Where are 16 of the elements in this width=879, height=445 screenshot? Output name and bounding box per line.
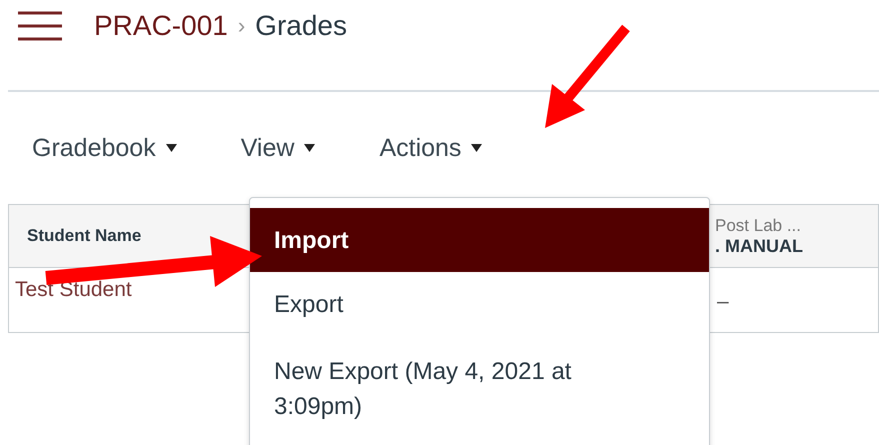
menu-item[interactable]: Import: [250, 208, 709, 272]
column-header: Post Lab ... . MANUAL: [711, 205, 878, 268]
toolbar-menu-button[interactable]: Actions: [379, 134, 482, 162]
toolbar-menu-button[interactable]: Gradebook: [32, 134, 177, 162]
student-name-link[interactable]: Test Student: [15, 278, 132, 301]
course-link[interactable]: PRAC-001: [94, 10, 228, 42]
page-title: Grades: [255, 10, 347, 42]
menu-item[interactable]: New Export (May 4, 2021 at 3:09pm): [250, 336, 709, 442]
menu-icon[interactable]: [18, 11, 62, 41]
table-cell: –: [717, 290, 729, 313]
caret-icon: [166, 144, 177, 152]
menu-item[interactable]: Export: [250, 272, 709, 336]
caret-icon: [471, 144, 482, 152]
caret-icon: [304, 144, 316, 152]
breadcrumb-separator: ›: [238, 13, 246, 39]
toolbar-menu-button[interactable]: View: [240, 134, 316, 162]
